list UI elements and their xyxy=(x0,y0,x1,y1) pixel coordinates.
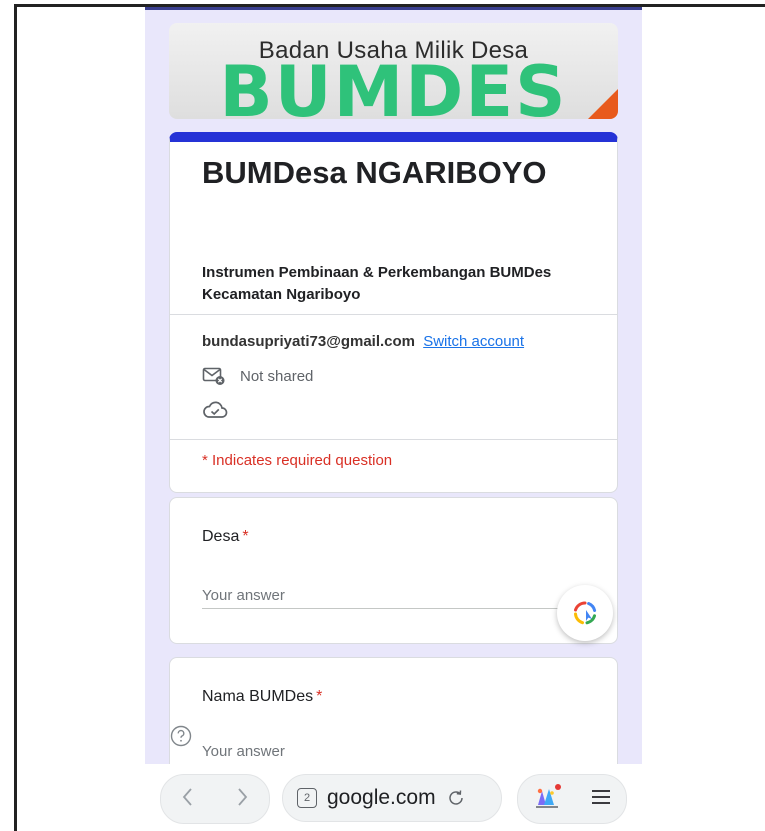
tab-count-badge[interactable]: 2 xyxy=(297,788,317,808)
banner-corner-accent xyxy=(588,89,618,119)
extensions-button[interactable] xyxy=(532,783,562,816)
question-label: Desa * xyxy=(202,528,249,546)
divider xyxy=(170,439,617,440)
form-description: Instrumen Pembinaan & Perkembangan BUMDe… xyxy=(202,264,552,303)
required-star: * xyxy=(242,528,249,545)
navigation-controls xyxy=(160,774,270,824)
browser-bottom-bar: 2 google.com xyxy=(145,764,642,831)
viewport-top-edge xyxy=(145,7,642,10)
desa-answer-input[interactable] xyxy=(202,582,572,609)
question-title: Nama BUMDes xyxy=(202,688,314,705)
hamburger-menu-icon xyxy=(591,789,610,804)
question-card-desa: Desa * xyxy=(169,497,618,644)
chevron-right-icon xyxy=(238,787,248,806)
question-title: Desa xyxy=(202,528,240,545)
extension-icon xyxy=(535,783,561,808)
account-email: bundasupriyati73@gmail.com xyxy=(202,333,416,350)
url-text: google.com xyxy=(327,786,436,809)
address-bar[interactable]: 2 google.com xyxy=(282,774,502,822)
form-title: BUMDesa NGARIBOYO xyxy=(202,155,547,190)
browser-viewport[interactable]: Badan Usaha Milik Desa BUMDES BUMDesa NG… xyxy=(145,7,642,764)
menu-button[interactable] xyxy=(589,787,613,812)
reload-icon[interactable] xyxy=(446,788,466,808)
account-row: bundasupriyati73@gmail.com Switch accoun… xyxy=(202,333,524,350)
help-circle-icon xyxy=(170,725,192,747)
forward-button[interactable] xyxy=(233,786,251,813)
form-header-banner: Badan Usaha Milik Desa BUMDES xyxy=(169,23,618,119)
not-shared-row: Not shared xyxy=(202,366,313,386)
chevron-left-icon xyxy=(182,787,192,806)
switch-account-link[interactable]: Switch account xyxy=(423,333,524,350)
required-question-note: * Indicates required question xyxy=(202,452,393,469)
mail-x-icon xyxy=(202,367,225,385)
back-button[interactable] xyxy=(179,786,197,813)
google-lens-icon xyxy=(574,601,597,625)
question-card-nama-bumdes: Nama BUMDes * xyxy=(169,657,618,764)
nama-bumdes-answer-input[interactable] xyxy=(202,738,572,764)
required-star: * xyxy=(316,688,323,705)
not-shared-label: Not shared xyxy=(240,367,314,385)
cloud-status xyxy=(202,400,228,425)
form-title-card: BUMDesa NGARIBOYO Instrumen Pembinaan & … xyxy=(169,132,618,493)
divider xyxy=(170,314,617,315)
question-label: Nama BUMDes * xyxy=(202,688,322,706)
google-lens-button[interactable] xyxy=(557,585,613,641)
help-button[interactable] xyxy=(170,725,192,752)
browser-menu-controls xyxy=(517,774,627,824)
banner-title: BUMDES xyxy=(219,51,568,119)
cloud-check-icon xyxy=(203,401,228,418)
frame-left-border xyxy=(14,4,17,831)
